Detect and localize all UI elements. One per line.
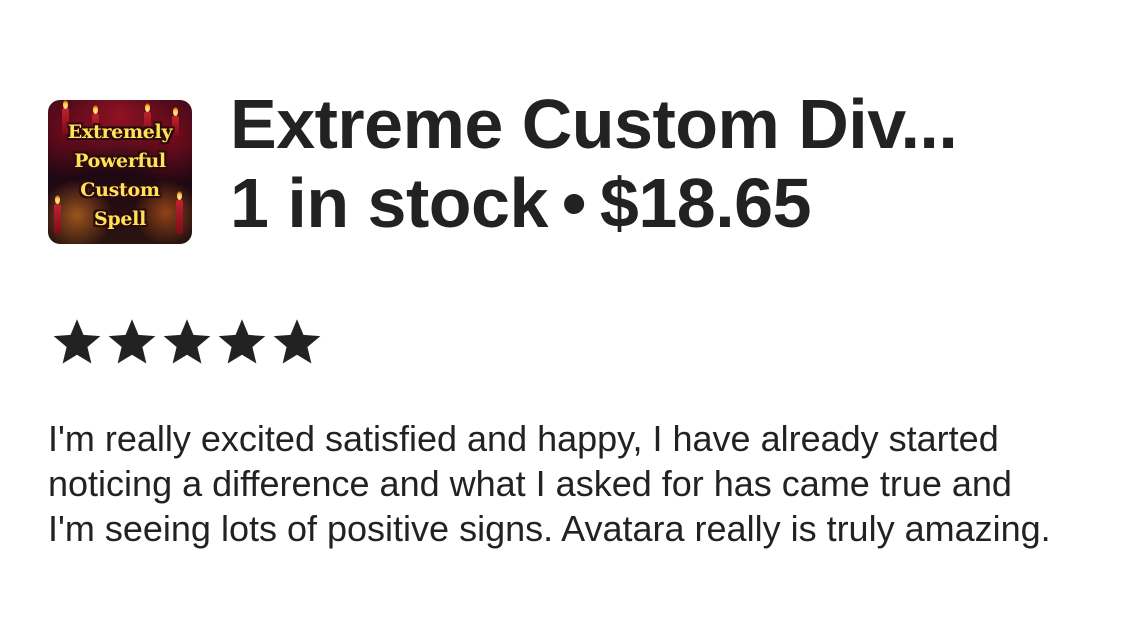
listing-info: Extreme Custom Div... 1 in stock • $18.65	[230, 84, 1088, 243]
star-icon	[108, 319, 156, 364]
star-icon	[163, 319, 211, 364]
star-icon	[53, 319, 101, 364]
star-icon	[273, 319, 321, 364]
stock-status: 1 in stock	[230, 164, 548, 242]
listing-title[interactable]: Extreme Custom Div...	[230, 84, 1062, 164]
listing-price: $18.65	[599, 164, 812, 242]
flame-decoration	[63, 100, 68, 109]
flame-decoration	[93, 105, 98, 114]
stock-price-line: 1 in stock • $18.65	[230, 163, 1088, 243]
listing-thumbnail[interactable]: Extremely Powerful Custom Spell	[48, 100, 192, 244]
star-icon	[218, 319, 266, 364]
flame-decoration	[173, 107, 178, 116]
separator-dot: •	[561, 164, 587, 242]
review-text: I'm really excited satisfied and happy, …	[48, 418, 1051, 549]
star-rating	[52, 318, 322, 366]
thumbnail-caption: Extremely Powerful Custom Spell	[67, 121, 173, 230]
flame-decoration	[145, 103, 150, 112]
listing-header: Extremely Powerful Custom Spell Extreme …	[48, 84, 1088, 244]
